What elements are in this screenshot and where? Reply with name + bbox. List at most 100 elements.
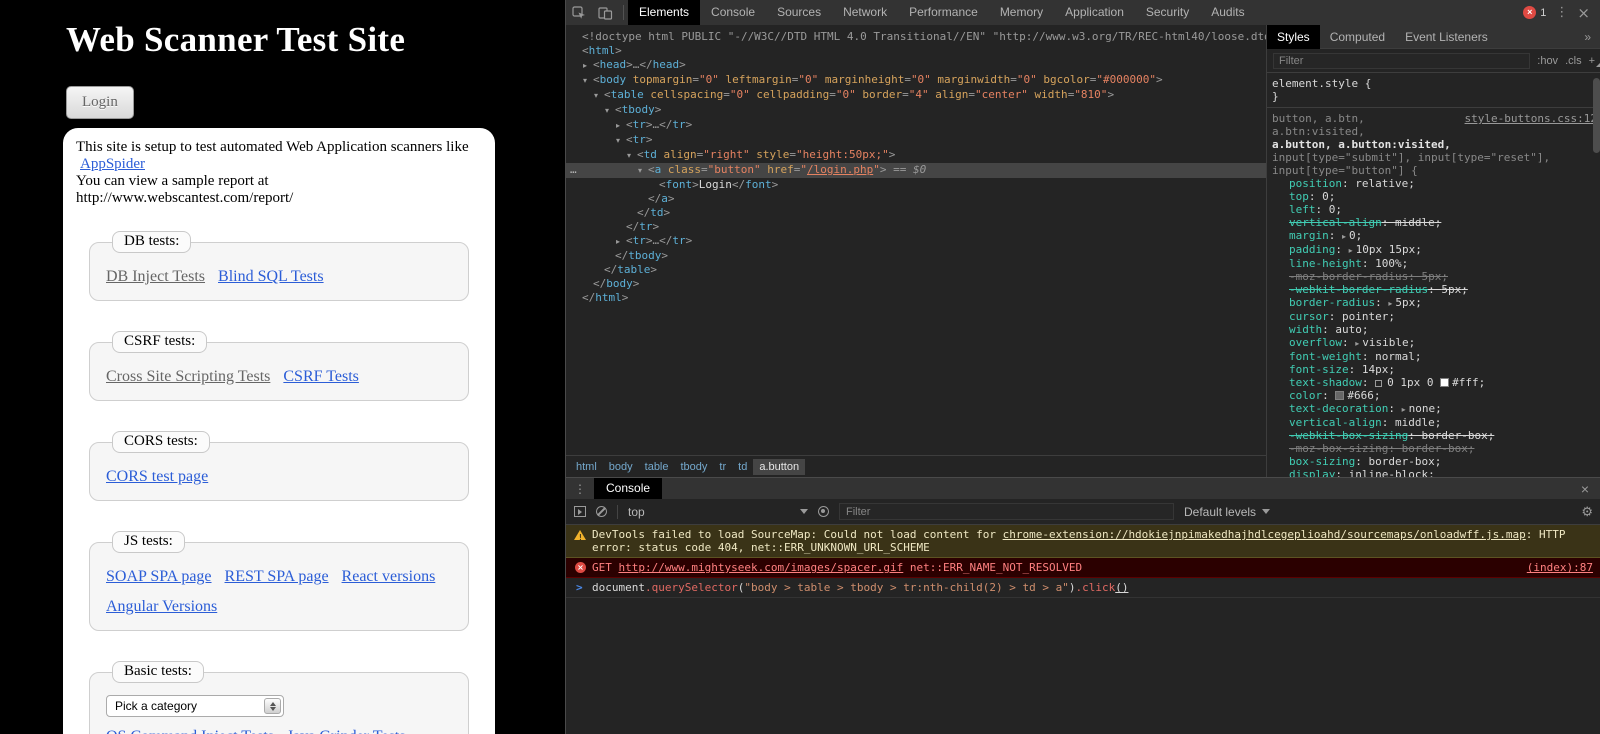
expand-arrow-icon[interactable]: ▾ [616,134,626,148]
css-property-padding[interactable]: padding: ▸10px 15px; [1272,243,1597,257]
styles-filter-input[interactable] [1273,53,1530,69]
expand-arrow-icon[interactable]: ▾ [583,74,593,88]
more-actions-icon[interactable]: … [570,163,577,177]
drawer-menu-icon[interactable]: ⋮ [574,482,586,496]
dom-tree-line[interactable]: </td> [566,206,1266,220]
expand-arrow-icon[interactable]: ▾ [594,89,604,103]
breadcrumb-item-table[interactable]: table [639,459,675,475]
css-property-text-decoration[interactable]: text-decoration: ▸none; [1272,402,1597,416]
styles-scrollbar[interactable] [1593,78,1600,153]
console-drawer-tab[interactable]: Console [594,478,662,499]
devtools-tab-application[interactable]: Application [1054,0,1135,25]
execution-context-select[interactable]: top [628,505,808,519]
css-property-moz-box-sizing[interactable]: -moz-box-sizing: border-box; [1272,442,1597,455]
dom-tree-line[interactable]: <font>Login</font> [566,178,1266,192]
dom-tree-line[interactable]: ▸<tr>…</tr> [566,234,1266,249]
error-link[interactable]: http://www.mightyseek.com/images/spacer.… [619,561,904,574]
css-property-left[interactable]: left: 0; [1272,203,1597,216]
css-property-line-height[interactable]: line-height: 100%; [1272,257,1597,270]
dom-tree-line[interactable]: ▸<tr>…</tr> [566,118,1266,133]
dom-tree-line[interactable]: <html> [566,44,1266,58]
breadcrumb-item-tr[interactable]: tr [713,459,732,475]
dom-tree-line[interactable]: ▾<tr> [566,133,1266,148]
dom-tree-line[interactable]: …▾<a class="button" href="/login.php"> =… [566,163,1266,178]
css-property-cursor[interactable]: cursor: pointer; [1272,310,1597,323]
device-toolbar-icon[interactable] [598,6,613,20]
styles-tabs-overflow-icon[interactable]: » [1584,30,1600,44]
dom-tree-line[interactable]: </tr> [566,220,1266,234]
expand-arrow-icon[interactable]: ▸ [616,235,626,249]
css-property-vertical-align[interactable]: vertical-align: middle; [1272,416,1597,429]
dom-tree-line[interactable]: <!doctype html PUBLIC "-//W3C//DTD HTML … [566,30,1266,44]
login-button[interactable]: Login [66,86,134,119]
new-style-rule-button[interactable]: + [1589,55,1595,67]
styles-tab-styles[interactable]: Styles [1267,25,1320,49]
css-property-top[interactable]: top: 0; [1272,190,1597,203]
css-property-text-shadow[interactable]: text-shadow: 0 1px 0 #fff; [1272,376,1597,389]
css-property-font-size[interactable]: font-size: 14px; [1272,363,1597,376]
test-link[interactable]: OS Command Inject Tests [106,728,274,734]
test-link[interactable]: DB Inject Tests [106,268,205,285]
console-sidebar-icon[interactable] [574,506,586,517]
test-link[interactable]: REST SPA page [225,568,329,585]
dom-tree-line[interactable]: ▾<body topmargin="0" leftmargin="0" marg… [566,73,1266,88]
devtools-tab-memory[interactable]: Memory [989,0,1054,25]
styles-tab-computed[interactable]: Computed [1320,25,1395,49]
css-property-moz-border-radius[interactable]: -moz-border-radius: 5px; [1272,270,1597,283]
breadcrumb-item-a-button[interactable]: a.button [753,459,805,475]
css-property-webkit-box-sizing[interactable]: -webkit-box-sizing: border-box; [1272,429,1597,442]
clear-console-icon[interactable] [596,506,607,517]
css-property-color[interactable]: color: #666; [1272,389,1597,402]
test-link[interactable]: CORS test page [106,468,208,485]
breadcrumb-item-body[interactable]: body [603,459,639,475]
log-levels-select[interactable]: Default levels [1184,505,1270,519]
console-filter-input[interactable] [839,503,1174,520]
css-property-width[interactable]: width: auto; [1272,323,1597,336]
toggle-element-state-button[interactable]: :hov [1537,55,1558,67]
stylesheet-source-link[interactable]: style-buttons.css:12 [1465,112,1597,125]
dom-tree-line[interactable]: ▾<td align="right" style="height:50px;"> [566,148,1266,163]
dom-tree-line[interactable]: ▾<tbody> [566,103,1266,118]
test-link[interactable]: Cross Site Scripting Tests [106,368,270,385]
css-property-margin[interactable]: margin: ▸0; [1272,229,1597,243]
dom-tree-line[interactable]: </body> [566,277,1266,291]
devtools-tab-network[interactable]: Network [832,0,898,25]
devtools-tab-security[interactable]: Security [1135,0,1200,25]
css-rule[interactable]: style-buttons.css:12button, a.btn,a.btn:… [1267,108,1600,481]
css-property-box-sizing[interactable]: box-sizing: border-box; [1272,455,1597,468]
warning-link[interactable]: chrome-extension://hdokiejnpimakedhajhdl… [1003,528,1526,541]
css-property-position[interactable]: position: relative; [1272,177,1597,190]
css-property-border-radius[interactable]: border-radius: ▸5px; [1272,296,1597,310]
expand-arrow-icon[interactable]: ▾ [638,164,648,178]
devtools-tab-performance[interactable]: Performance [898,0,989,25]
live-expression-icon[interactable] [818,506,829,517]
dom-tree-line[interactable]: </table> [566,263,1266,277]
expand-arrow-icon[interactable]: ▸ [583,59,593,73]
expand-arrow-icon[interactable]: ▾ [605,104,615,118]
css-property-font-weight[interactable]: font-weight: normal; [1272,350,1597,363]
more-menu-icon[interactable]: ⋮ [1555,5,1568,20]
element-classes-button[interactable]: .cls [1565,55,1582,67]
css-property-webkit-border-radius[interactable]: -webkit-border-radius: 5px; [1272,283,1597,296]
color-swatch[interactable] [1440,378,1449,387]
expand-arrow-icon[interactable]: ▸ [616,119,626,133]
close-drawer-icon[interactable]: × [1581,481,1600,497]
close-devtools-icon[interactable]: × [1577,4,1590,22]
dom-tree-line[interactable]: </tbody> [566,249,1266,263]
dom-tree-line[interactable]: </html> [566,291,1266,305]
error-badge[interactable]: × 1 [1523,6,1546,19]
css-property-overflow[interactable]: overflow: ▸visible; [1272,336,1597,350]
breadcrumb-item-td[interactable]: td [732,459,753,475]
dom-tree-line[interactable]: ▾<table cellspacing="0" cellpadding="0" … [566,88,1266,103]
appspider-link[interactable]: AppSpider [80,156,145,172]
test-link[interactable]: CSRF Tests [283,368,359,385]
test-link[interactable]: Java Grinder Tests [287,728,406,734]
breadcrumb-item-html[interactable]: html [570,459,603,475]
devtools-tab-sources[interactable]: Sources [766,0,832,25]
color-swatch[interactable] [1335,391,1344,400]
styles-tab-event-listeners[interactable]: Event Listeners [1395,25,1498,49]
test-link[interactable]: React versions [342,568,436,585]
console-settings-icon[interactable]: ⚙ [1581,504,1593,520]
css-property-vertical-align[interactable]: vertical-align: middle; [1272,216,1597,229]
devtools-tab-console[interactable]: Console [700,0,766,25]
